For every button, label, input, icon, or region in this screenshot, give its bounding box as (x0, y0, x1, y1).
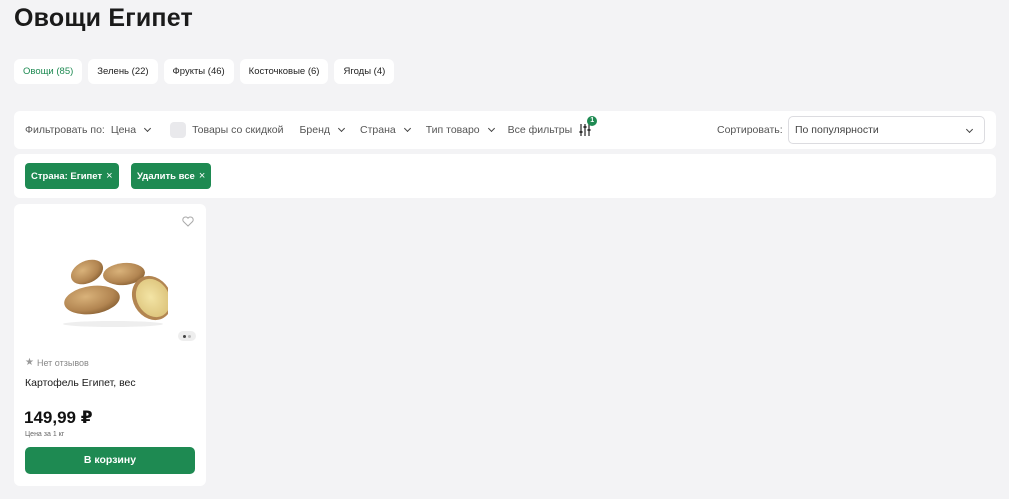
all-filters-label: Все фильтры (507, 124, 573, 136)
type-filter[interactable]: Тип товаро (425, 124, 495, 136)
chevron-down-icon (487, 124, 495, 133)
close-icon[interactable]: × (199, 170, 205, 182)
tab-fruits[interactable]: Фрукты (46) (163, 59, 234, 84)
chevron-down-icon (965, 125, 974, 134)
sliders-icon: 1 (578, 116, 598, 137)
chevron-down-icon (144, 124, 152, 133)
chip-country-egypt[interactable]: Страна: Египет × (25, 163, 119, 189)
filter-bar: Фильтровать по: Цена Товары со скидкой Б… (14, 111, 996, 149)
close-icon[interactable]: × (106, 170, 112, 182)
heart-icon[interactable] (182, 214, 196, 227)
sort-select[interactable]: По популярности (788, 116, 985, 144)
price-filter-label: Цена (110, 124, 137, 136)
product-name[interactable]: Картофель Египет, вес (25, 377, 136, 389)
add-to-cart-button[interactable]: В корзину (25, 447, 195, 474)
rating-text: Нет отзывов (36, 357, 89, 368)
rating: ★ Нет отзывов (25, 357, 89, 368)
chip-remove-all[interactable]: Удалить все × (131, 163, 212, 189)
image-pager[interactable] (178, 331, 196, 341)
price-filter[interactable]: Цена (110, 124, 152, 136)
discount-filter[interactable]: Товары со скидкой (170, 122, 284, 138)
category-tabs: Овощи (85) Зелень (22) Фрукты (46) Косто… (14, 59, 395, 84)
pager-dot[interactable] (188, 334, 191, 338)
filter-count-badge: 1 (587, 116, 598, 126)
filter-label: Фильтровать по: (25, 124, 105, 136)
country-filter-label: Страна (360, 124, 396, 136)
discount-filter-label: Товары со скидкой (192, 124, 284, 136)
tab-greens[interactable]: Зелень (22) (88, 59, 158, 84)
active-filters-bar: Страна: Египет × Удалить все × (14, 154, 996, 198)
all-filters-button[interactable]: Все фильтры 1 (507, 116, 598, 137)
sort-value: По популярности (795, 124, 879, 136)
chevron-down-icon (337, 124, 346, 133)
price-unit: Цена за 1 кг (25, 431, 65, 438)
product-image[interactable] (58, 248, 168, 328)
type-filter-label: Тип товаро (425, 124, 480, 136)
page-title: Овощи Египет (14, 4, 193, 32)
chip-label: Страна: Египет (31, 171, 103, 182)
tab-stone-fruits[interactable]: Косточковые (6) (239, 59, 329, 84)
star-icon: ★ (25, 357, 34, 368)
discount-checkbox[interactable] (170, 122, 187, 138)
tab-vegetables[interactable]: Овощи (85) (14, 59, 83, 84)
product-card[interactable]: ★ Нет отзывов Картофель Египет, вес 149,… (14, 204, 206, 486)
sort-label: Сортировать: (717, 124, 783, 136)
brand-filter[interactable]: Бренд (299, 124, 346, 136)
chevron-down-icon (403, 124, 411, 133)
brand-filter-label: Бренд (299, 124, 331, 136)
tab-berries[interactable]: Ягоды (4) (334, 59, 395, 84)
pager-dot[interactable] (183, 334, 186, 338)
chip-label: Удалить все (137, 171, 195, 182)
country-filter[interactable]: Страна (360, 124, 411, 136)
product-price: 149,99 ₽ (24, 408, 93, 427)
